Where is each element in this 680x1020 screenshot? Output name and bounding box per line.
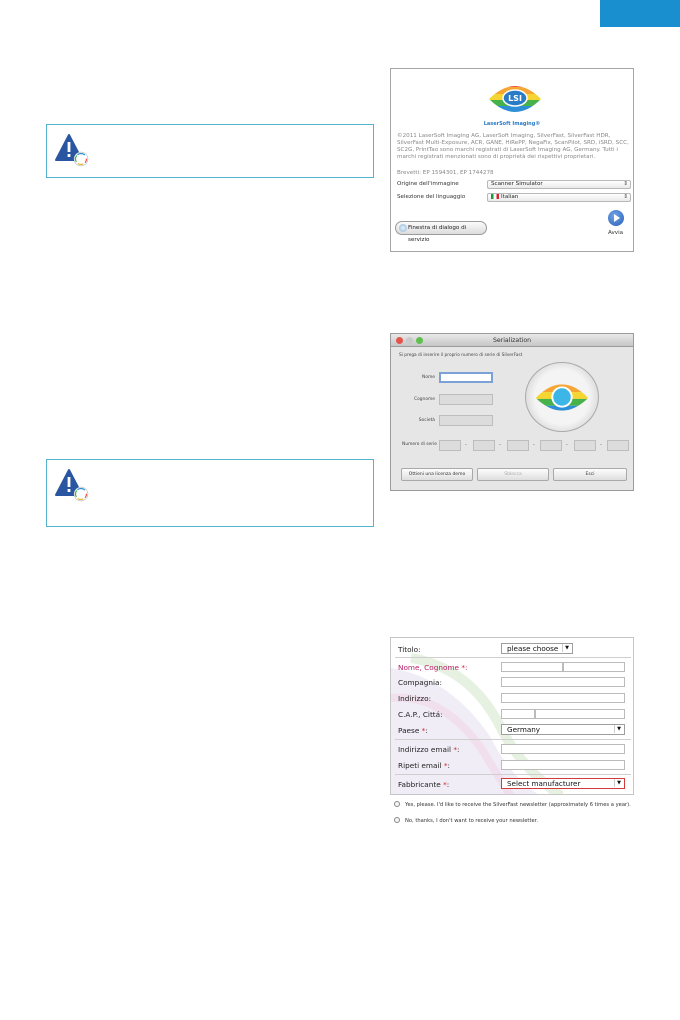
country-select[interactable]: Germany ▼: [501, 724, 625, 735]
serial-input-5[interactable]: [574, 440, 596, 451]
window-title: Serialization: [492, 337, 532, 344]
italian-flag-icon: [491, 194, 499, 199]
address-input[interactable]: [501, 693, 625, 703]
serial-input-1[interactable]: [439, 440, 461, 451]
copyright-text: ©2011 LaserSoft Imaging AG, LaserSoft Im…: [397, 133, 629, 160]
title-value: please choose: [507, 644, 559, 653]
serial-instruction: Si prega di inserire il proprio numero d…: [399, 353, 523, 358]
email-label: Indirizzo email *:: [398, 745, 460, 754]
serial-input-6[interactable]: [607, 440, 629, 451]
lsi-eye-icon: [535, 384, 589, 411]
silverfast-logo: [525, 362, 599, 432]
email-repeat-label: Ripeti email *:: [398, 761, 451, 770]
start-button[interactable]: [608, 210, 624, 226]
manufacturer-select[interactable]: Select manufacturer ▼: [501, 778, 625, 789]
serial-dash: -: [600, 442, 602, 448]
zip-input[interactable]: [501, 709, 535, 719]
image-source-label: Origine dell'immagine: [397, 181, 459, 187]
serial-dash: -: [533, 442, 535, 448]
title-select[interactable]: please choose ▼: [501, 643, 573, 654]
radio-button[interactable]: [394, 817, 400, 823]
chevron-updown-icon: ⇕: [623, 194, 628, 200]
address-row: Indirizzo:: [395, 689, 631, 706]
country-value: Germany: [507, 725, 541, 734]
newsletter-no-option[interactable]: No, thanks, I don't want to receive your…: [394, 817, 538, 824]
language-label: Selezione del linguaggio: [397, 194, 466, 200]
serialization-dialog-screenshot: Serialization Si prega di inserire il pr…: [390, 333, 634, 491]
company-input[interactable]: [501, 677, 625, 687]
page-corner-tab: [600, 0, 680, 27]
gear-icon: [399, 224, 407, 232]
company-label: Compagnia:: [398, 678, 442, 687]
service-dialog-label: Finestra di dialogo di servizio: [408, 225, 467, 243]
dropdown-arrow-icon: ▼: [614, 779, 623, 787]
image-source-select[interactable]: Scanner Simulator ⇕: [487, 180, 631, 189]
company-row: Compagnia:: [395, 673, 631, 690]
launch-dialog-screenshot: LSI LaserSoft Imaging® ©2011 LaserSoft I…: [390, 68, 634, 252]
dropdown-arrow-icon: ▼: [614, 725, 623, 733]
city-input[interactable]: [535, 709, 625, 719]
serial-label: Numero di serie: [402, 442, 437, 447]
warning-note-1: [46, 124, 374, 178]
warning-note-2: [46, 459, 374, 527]
window-titlebar: Serialization: [391, 334, 633, 347]
serial-dash: -: [465, 442, 467, 448]
patent-text: Brevetti: EP 1594301, EP 1744278: [397, 170, 494, 176]
name-label: Nome, Cognome *:: [398, 663, 468, 672]
registration-form-screenshot: Titolo: please choose ▼ Nome, Cognome *:…: [390, 637, 634, 795]
image-source-value: Scanner Simulator: [491, 181, 543, 187]
logo-caption: LaserSoft Imaging®: [483, 121, 541, 127]
warning-icon: [55, 134, 89, 167]
country-label: Paese *:: [398, 726, 428, 735]
name-row: Nome, Cognome *:: [395, 657, 631, 674]
serial-dash: -: [499, 442, 501, 448]
company-label: Società: [418, 418, 435, 423]
name-input[interactable]: [439, 372, 493, 383]
email-row: Indirizzo email *:: [395, 739, 631, 756]
chevron-updown-icon: ⇕: [623, 181, 628, 187]
manufacturer-label: Fabbricante *:: [398, 780, 450, 789]
warning-icon: [55, 469, 89, 502]
zip-city-label: C.A.P., Cittá:: [398, 710, 443, 719]
manufacturer-value: Select manufacturer: [507, 779, 581, 788]
last-name-input[interactable]: [563, 662, 625, 672]
email-input[interactable]: [501, 744, 625, 754]
serial-input-2[interactable]: [473, 440, 495, 451]
title-row: Titolo: please choose ▼: [395, 640, 631, 657]
country-row: Paese *: Germany ▼: [395, 721, 631, 738]
surname-label: Cognome: [414, 397, 435, 402]
radio-button[interactable]: [394, 801, 400, 807]
surname-input[interactable]: [439, 394, 493, 405]
dropdown-arrow-icon: ▼: [562, 644, 571, 652]
serial-input-3[interactable]: [507, 440, 529, 451]
lsi-logo: LSI: [489, 86, 541, 112]
logo-text: LSI: [508, 94, 522, 103]
company-input[interactable]: [439, 415, 493, 426]
serial-dash: -: [566, 442, 568, 448]
title-label: Titolo:: [398, 645, 421, 654]
unlock-button[interactable]: Sblocca: [477, 468, 549, 481]
newsletter-yes-label: Yes, please. I'd like to receive the Sil…: [405, 802, 631, 808]
zip-city-row: C.A.P., Cittá:: [395, 705, 631, 722]
language-value: Italian: [501, 194, 519, 200]
start-label: Avvia: [608, 230, 624, 236]
serial-input-4[interactable]: [540, 440, 562, 451]
exit-button[interactable]: Esci: [553, 468, 627, 481]
newsletter-no-label: No, thanks, I don't want to receive your…: [405, 818, 538, 824]
name-label: Nome: [422, 375, 435, 380]
demo-license-button[interactable]: Ottieni una licenza demo: [401, 468, 473, 481]
language-select[interactable]: Italian ⇕: [487, 193, 631, 202]
address-label: Indirizzo:: [398, 694, 432, 703]
manufacturer-row: Fabbricante *: Select manufacturer ▼: [395, 774, 631, 791]
service-dialog-button[interactable]: Finestra di dialogo di servizio: [395, 221, 487, 243]
email-repeat-input[interactable]: [501, 760, 625, 770]
first-name-input[interactable]: [501, 662, 563, 672]
email-repeat-row: Ripeti email *:: [395, 756, 631, 773]
newsletter-yes-option[interactable]: Yes, please. I'd like to receive the Sil…: [394, 801, 631, 808]
